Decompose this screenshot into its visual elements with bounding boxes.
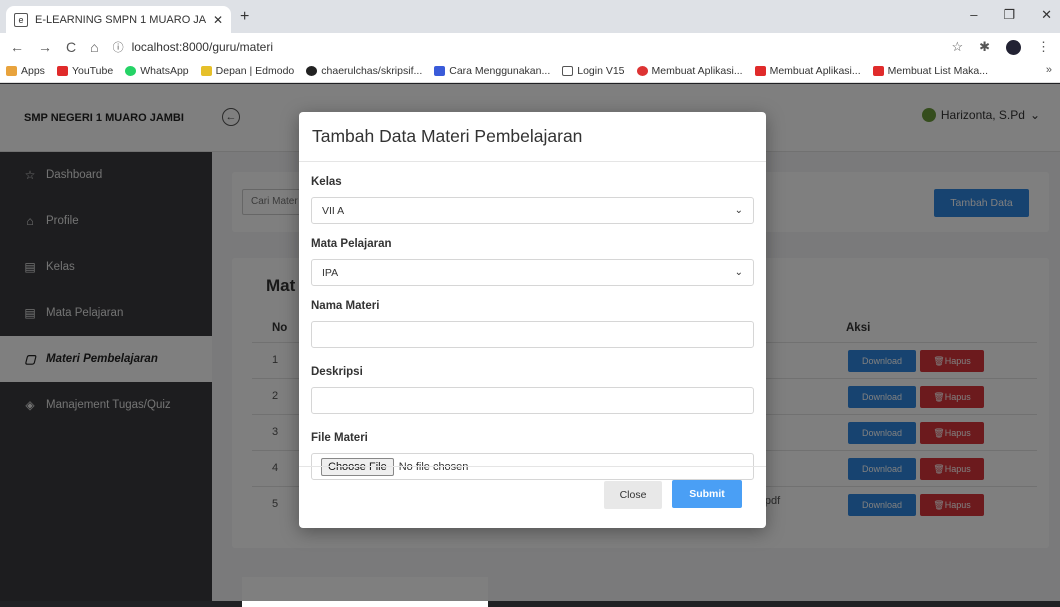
back-icon[interactable]: ← — [10, 39, 24, 55]
kelas-selected-value: VII A — [322, 204, 345, 217]
forward-icon[interactable]: → — [38, 39, 52, 55]
mata-pelajaran-select[interactable]: IPA ⌄ — [311, 259, 754, 286]
bookmark-item[interactable]: Login V15 — [562, 65, 625, 77]
bookmark-item[interactable]: Apps — [6, 65, 45, 77]
youtube-icon — [872, 66, 884, 76]
profile-avatar[interactable] — [1006, 39, 1021, 55]
close-window-icon[interactable]: ✕ — [1041, 7, 1052, 23]
bookmark-item[interactable]: Membuat List Maka... — [872, 65, 988, 77]
bookmarks-more-icon[interactable]: » — [1046, 64, 1052, 76]
bookmark-item[interactable]: chaerulchas/skripsif... — [306, 65, 422, 77]
kelas-label: Kelas — [311, 176, 342, 188]
bookmark-icon — [434, 66, 446, 76]
star-icon[interactable]: ☆ — [951, 39, 963, 55]
close-button[interactable]: Close — [604, 481, 662, 509]
restore-icon[interactable]: ❐ — [1003, 7, 1015, 23]
apps-icon — [6, 66, 17, 76]
bookmark-item[interactable]: Membuat Aplikasi... — [754, 65, 861, 77]
bookmark-icon — [636, 66, 648, 76]
whatsapp-icon — [125, 66, 137, 76]
mata-pelajaran-label: Mata Pelajaran — [311, 238, 392, 250]
menu-icon[interactable]: ⋮ — [1037, 39, 1050, 55]
github-icon — [306, 66, 318, 76]
bookmark-item[interactable]: Membuat Aplikasi... — [636, 65, 743, 77]
chevron-down-icon: ⌄ — [734, 267, 743, 278]
youtube-icon — [56, 66, 68, 76]
submit-button[interactable]: Submit — [672, 480, 742, 508]
nama-materi-label: Nama Materi — [311, 300, 380, 312]
edmodo-icon — [200, 66, 212, 76]
window-controls: – ❐ ✕ — [970, 7, 1052, 23]
deskripsi-label: Deskripsi — [311, 366, 363, 378]
modal-footer: Close Submit — [299, 466, 766, 528]
close-tab-icon[interactable]: ✕ — [213, 13, 223, 27]
minimize-icon[interactable]: – — [970, 7, 977, 23]
site-favicon-icon: e — [14, 12, 28, 27]
nama-materi-input[interactable] — [311, 321, 754, 348]
bookmark-item[interactable]: WhatsApp — [125, 65, 189, 77]
bookmarks-bar: Apps YouTube WhatsApp Depan | Edmodo cha… — [0, 60, 1060, 83]
mata-pelajaran-selected-value: IPA — [322, 266, 339, 279]
tambah-materi-modal: Tambah Data Materi Pembelajaran Kelas VI… — [299, 112, 766, 528]
url-text: localhost:8000/guru/materi — [131, 39, 274, 54]
chevron-down-icon: ⌄ — [734, 205, 743, 216]
browser-tab[interactable]: e E-LEARNING SMPN 1 MUARO JA ✕ — [6, 6, 231, 33]
deskripsi-input[interactable] — [311, 387, 754, 414]
youtube-icon — [754, 66, 766, 76]
bookmark-item[interactable]: Cara Menggunakan... — [434, 65, 550, 77]
bookmark-icon — [562, 66, 574, 76]
tab-title: E-LEARNING SMPN 1 MUARO JA — [35, 13, 206, 26]
modal-title: Tambah Data Materi Pembelajaran — [299, 112, 766, 162]
new-tab-button[interactable]: + — [240, 8, 249, 26]
url-field[interactable]: ⓘ localhost:8000/guru/materi — [113, 39, 273, 55]
file-materi-label: File Materi — [311, 432, 368, 444]
reload-icon[interactable]: C — [66, 39, 76, 55]
home-icon[interactable]: ⌂ — [90, 39, 98, 55]
kelas-select[interactable]: VII A ⌄ — [311, 197, 754, 224]
extensions-icon[interactable]: ✱ — [979, 39, 990, 55]
modal-body: Kelas VII A ⌄ Mata Pelajaran IPA ⌄ Nama … — [299, 162, 766, 480]
browser-tabstrip: e E-LEARNING SMPN 1 MUARO JA ✕ + – ❐ ✕ — [0, 0, 1060, 33]
info-icon[interactable]: ⓘ — [113, 39, 124, 55]
bookmark-item[interactable]: YouTube — [56, 65, 113, 77]
bookmark-item[interactable]: Depan | Edmodo — [200, 65, 294, 77]
address-bar-row: ← → C ⌂ ⓘ localhost:8000/guru/materi ☆ ✱… — [0, 33, 1060, 60]
